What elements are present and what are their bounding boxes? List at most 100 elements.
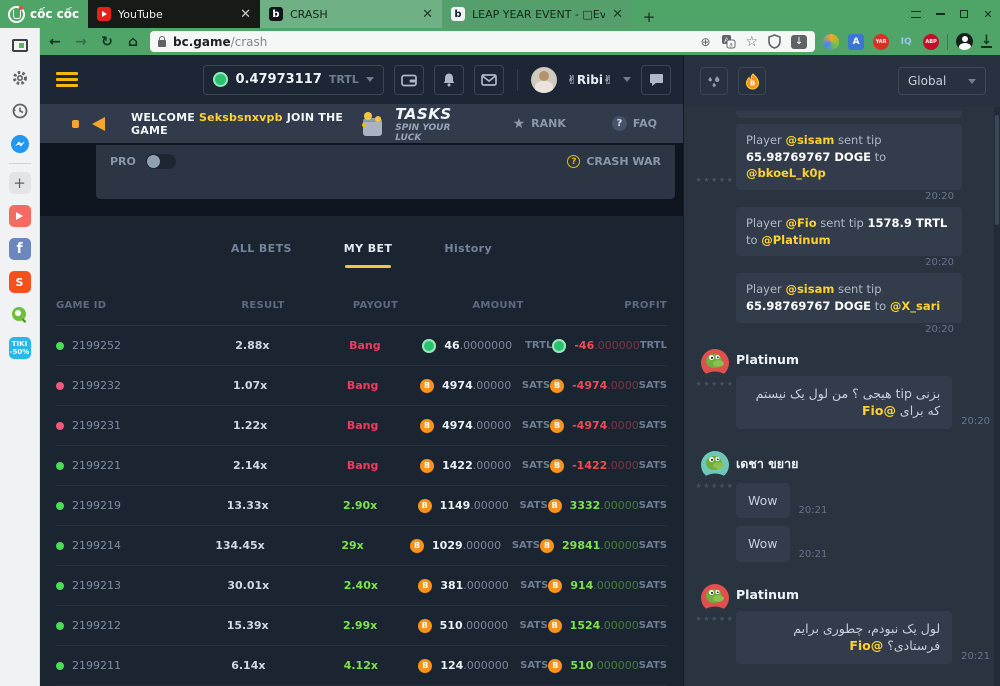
side-panel-button[interactable] xyxy=(904,0,928,28)
balance-selector[interactable]: 0.47973117 TRTL xyxy=(203,65,383,95)
table-row[interactable]: 21992321.07xBangB4974.00000SATSB-4974.00… xyxy=(56,366,667,406)
table-row[interactable]: 21992212.14xBangB1422.00000SATSB-1422.00… xyxy=(56,446,667,486)
tab-close-icon[interactable]: ✕ xyxy=(422,7,433,22)
lock-icon[interactable] xyxy=(158,40,166,47)
table-row[interactable]: 219921913.33x2.90xB1149.00000SATSB3332.0… xyxy=(56,486,667,526)
reload-icon[interactable]: ↻ xyxy=(98,34,116,50)
timestamp: 20:21 xyxy=(961,651,990,664)
forward-icon[interactable]: → xyxy=(72,34,90,50)
user-avatar[interactable] xyxy=(531,67,557,93)
shield-icon[interactable] xyxy=(768,34,781,49)
shopee-shortcut-icon[interactable]: S xyxy=(9,271,31,293)
avatar[interactable] xyxy=(701,584,729,612)
chevron-down-icon xyxy=(623,77,631,82)
downloads-tray-icon[interactable]: ↓ xyxy=(981,35,992,48)
cut-off-message xyxy=(736,111,962,118)
rank-link[interactable]: ★ RANK xyxy=(513,116,566,132)
status-dot-icon xyxy=(56,622,64,630)
btc-coin-icon: B xyxy=(420,419,434,433)
download-manager-icon[interactable]: ↓ xyxy=(791,35,807,49)
chat-username[interactable]: Platinum xyxy=(736,587,990,602)
tab-crash-active[interactable]: b CRASH ✕ xyxy=(260,0,442,28)
extension-translate-icon[interactable]: A xyxy=(848,34,864,50)
tab-close-icon[interactable]: ✕ xyxy=(240,7,251,22)
browser-profile-icon[interactable] xyxy=(956,33,973,50)
extension-yar-icon[interactable]: YAR xyxy=(873,34,889,50)
avatar[interactable] xyxy=(701,451,729,479)
pro-toggle[interactable] xyxy=(146,154,176,169)
extension-icons: A YAR IQ ABP xyxy=(823,34,939,50)
notifications-bell-button[interactable] xyxy=(434,65,464,95)
chat-username[interactable]: Platinum xyxy=(736,352,990,367)
tab-my-bet[interactable]: MY BET xyxy=(344,224,393,272)
close-button[interactable]: ✕ xyxy=(976,0,1000,28)
btc-coin-icon: B xyxy=(410,539,424,553)
chevron-down-icon xyxy=(968,79,976,84)
youtube-shortcut-icon[interactable] xyxy=(9,205,31,227)
tab-all-bets[interactable]: ALL BETS xyxy=(231,224,292,272)
restore-button[interactable] xyxy=(952,0,976,28)
chat-channel-select[interactable]: Global xyxy=(898,67,986,95)
sidebar-toggle-icon[interactable] xyxy=(9,34,31,56)
extension-iq-icon[interactable]: IQ xyxy=(898,34,914,50)
back-icon[interactable]: ← xyxy=(46,34,64,50)
status-dot-icon xyxy=(56,382,64,390)
table-row[interactable]: 2199214134.45x29xB1029.00000SATSB29841.0… xyxy=(56,526,667,566)
facebook-shortcut-icon[interactable]: f xyxy=(9,238,31,260)
coccoc-shortcut-icon[interactable] xyxy=(9,304,31,326)
faq-link[interactable]: ? FAQ xyxy=(612,116,657,131)
hamburger-menu-icon[interactable] xyxy=(56,72,78,87)
game-controls-panel: PRO ? CRASH WAR xyxy=(96,145,675,199)
tab-history[interactable]: History xyxy=(444,224,492,272)
megaphone-icon xyxy=(92,117,105,131)
tasks-entry[interactable]: TASKS SPIN YOUR LUCK xyxy=(360,105,467,143)
mail-button[interactable] xyxy=(474,65,504,95)
tab-close-icon[interactable]: ✕ xyxy=(612,7,623,22)
tab-youtube[interactable]: YouTube ✕ xyxy=(88,0,260,28)
address-bar[interactable]: bc.game/crash ⊕ Aa ☆ ↓ xyxy=(150,31,815,52)
chat-message-group: ★★★★★Platinumبزنی tip هیجی ؟ من لول یک ن… xyxy=(684,349,1000,437)
bcgame-favicon-light: b xyxy=(451,7,465,21)
page-url[interactable]: bc.game/crash xyxy=(173,35,267,49)
chat-message-group: ★★★★★เดชา ขยายWow20:21Wow20:21 xyxy=(684,451,1000,570)
tip-fire-button[interactable]: B xyxy=(738,67,766,95)
history-icon[interactable] xyxy=(9,100,31,122)
chat-header: B Global xyxy=(684,55,1000,107)
add-shortcut-button[interactable]: + xyxy=(9,172,31,194)
translate-page-icon[interactable]: Aa xyxy=(721,34,736,49)
avatar[interactable] xyxy=(701,349,729,377)
tiki-shortcut-icon[interactable]: TIKI-50% xyxy=(9,337,31,359)
status-dot-icon xyxy=(56,342,64,350)
table-row[interactable]: 219921330.01x2.40xB381.000000SATSB914.00… xyxy=(56,566,667,606)
table-row[interactable]: 21992116.14x4.12xB124.000000SATSB510.000… xyxy=(56,646,667,686)
table-row[interactable]: 21992311.22xBangB4974.00000SATSB-4974.00… xyxy=(56,406,667,446)
chat-scrollbar[interactable] xyxy=(994,107,1000,686)
username[interactable]: ✌Ribi✌ xyxy=(567,73,613,87)
bets-tabs: ALL BETS MY BET History xyxy=(40,224,683,272)
zoom-add-icon[interactable]: ⊕ xyxy=(700,35,710,49)
rain-button[interactable] xyxy=(700,67,728,95)
chat-username[interactable]: เดชา ขยาย xyxy=(736,454,990,474)
chat-toggle-button[interactable] xyxy=(641,65,671,95)
btc-coin-icon: B xyxy=(420,379,434,393)
extension-color-wheel-icon[interactable] xyxy=(823,34,839,50)
table-row[interactable]: 21992522.88xBang46.0000000TRTL-46.000000… xyxy=(56,326,667,366)
settings-gear-icon[interactable] xyxy=(9,67,31,89)
wallet-button[interactable] xyxy=(394,65,424,95)
status-dot-icon xyxy=(56,462,64,470)
window-controls: ✕ xyxy=(904,0,1000,28)
coccoc-brand[interactable]: cốc cốc xyxy=(0,0,88,28)
home-icon[interactable]: ⌂ xyxy=(124,34,142,50)
chat-messages[interactable]: ★★★★★Player @sisam sent tip 65.98769767 … xyxy=(684,107,1000,686)
tab-leap-year-event[interactable]: b LEAP YEAR EVENT - □Event - ✕ xyxy=(442,0,632,28)
bcgame-favicon: b xyxy=(269,7,283,21)
crash-war-link[interactable]: ? CRASH WAR xyxy=(567,155,661,168)
bookmark-star-icon[interactable]: ☆ xyxy=(746,34,759,50)
minimize-button[interactable] xyxy=(928,0,952,28)
btc-coin-icon: B xyxy=(548,499,562,513)
new-tab-button[interactable]: + xyxy=(636,6,662,28)
game-canvas: PRO ? CRASH WAR xyxy=(40,143,683,216)
extension-abp-icon[interactable]: ABP xyxy=(923,34,939,50)
table-row[interactable]: 219921215.39x2.99xB510.000000SATSB1524.0… xyxy=(56,606,667,646)
messenger-icon[interactable] xyxy=(9,133,31,155)
